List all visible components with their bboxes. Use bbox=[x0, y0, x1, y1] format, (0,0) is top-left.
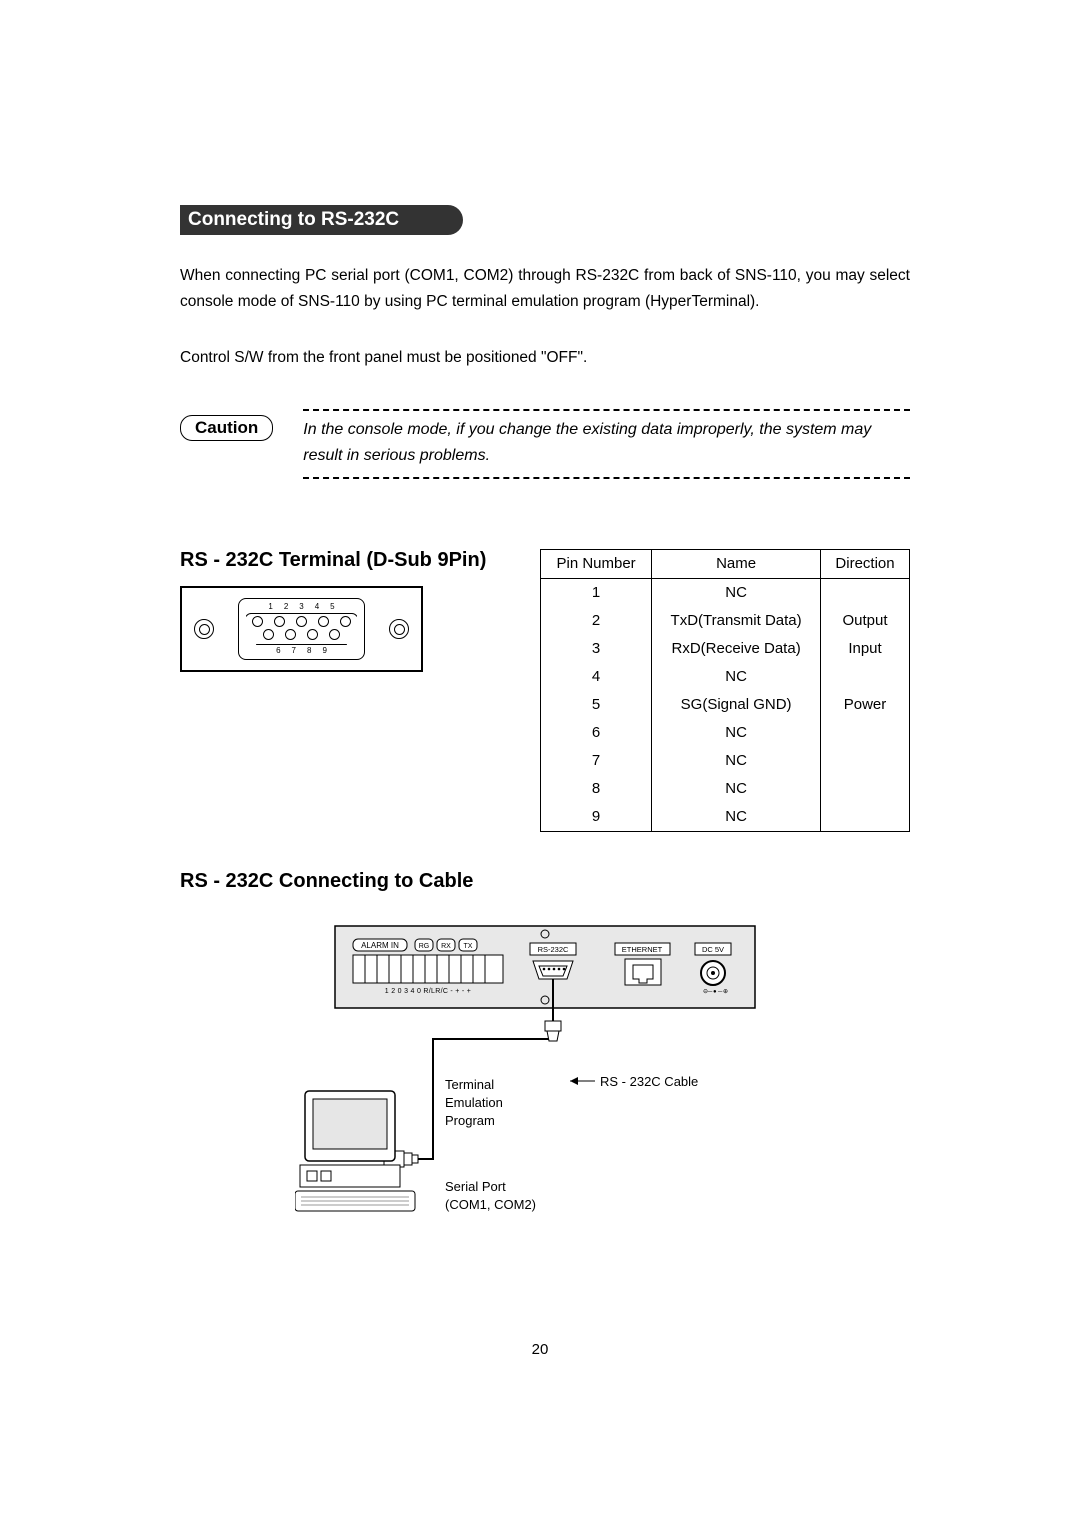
label-rx: RX bbox=[441, 943, 451, 950]
svg-text:Program: Program bbox=[445, 1113, 495, 1128]
svg-text:⊕: ⊕ bbox=[723, 989, 728, 995]
page-number: 20 bbox=[0, 1341, 1080, 1358]
callout-serial-port-line1: Serial Port bbox=[445, 1179, 506, 1194]
table-row: 4NC bbox=[541, 663, 910, 691]
paragraph-intro: When connecting PC serial port (COM1, CO… bbox=[180, 263, 910, 315]
dsub-screw-icon bbox=[389, 619, 409, 639]
section-heading-tail bbox=[405, 205, 463, 235]
callout-cable: RS - 232C Cable bbox=[600, 1074, 698, 1089]
table-row: 3RxD(Receive Data)Input bbox=[541, 635, 910, 663]
table-row: 7NC bbox=[541, 747, 910, 775]
table-row: 6NC bbox=[541, 719, 910, 747]
terminal-title: RS - 232C Terminal (D-Sub 9Pin) bbox=[180, 549, 500, 572]
dsub-pin-numbers-top: 1 2 3 4 5 bbox=[268, 603, 334, 611]
label-rs232c: RS-232C bbox=[538, 945, 569, 954]
cable-title: RS - 232C Connecting to Cable bbox=[180, 870, 910, 893]
pin-header-direction: Direction bbox=[821, 550, 910, 579]
connection-diagram: ALARM IN RG RX TX 1 2 0 3 4 0 R/LR/C - +… bbox=[295, 921, 795, 1251]
dsub-screw-icon bbox=[194, 619, 214, 639]
label-rg: RG bbox=[419, 943, 430, 950]
label-alarm-in: ALARM IN bbox=[361, 941, 399, 950]
label-dc5v: DC 5V bbox=[702, 945, 724, 954]
section-heading: Connecting to RS-232C bbox=[180, 205, 463, 235]
section-heading-label: Connecting to RS-232C bbox=[180, 205, 405, 235]
paragraph-off: Control S/W from the front panel must be… bbox=[180, 345, 910, 371]
svg-text:●: ● bbox=[713, 989, 717, 995]
table-row: 5SG(Signal GND)Power bbox=[541, 691, 910, 719]
label-tx: TX bbox=[464, 943, 473, 950]
dsub-pin-numbers-bottom: 6 7 8 9 bbox=[268, 647, 335, 655]
table-row: 8NC bbox=[541, 775, 910, 803]
svg-text:Emulation: Emulation bbox=[445, 1095, 503, 1110]
caution-badge: Caution bbox=[180, 415, 273, 441]
table-row: 1NC bbox=[541, 579, 910, 608]
table-row: 9NC bbox=[541, 803, 910, 832]
caution-block: Caution In the console mode, if you chan… bbox=[180, 409, 910, 479]
pinout-table: Pin Number Name Direction 1NC 2TxD(Trans… bbox=[540, 549, 910, 832]
label-ethernet: ETHERNET bbox=[622, 945, 663, 954]
caution-text: In the console mode, if you change the e… bbox=[303, 409, 910, 479]
dsub-connector-diagram: 1 2 3 4 5 6 bbox=[180, 586, 423, 672]
table-row: 2TxD(Transmit Data)Output bbox=[541, 607, 910, 635]
callout-terminal-emulation-line1: Terminal bbox=[445, 1077, 494, 1092]
pin-header-name: Name bbox=[652, 550, 821, 579]
svg-text:(COM1, COM2): (COM1, COM2) bbox=[445, 1197, 536, 1212]
label-terminals: 1 2 0 3 4 0 R/LR/C - + - + bbox=[385, 988, 471, 995]
pin-header-number: Pin Number bbox=[541, 550, 652, 579]
